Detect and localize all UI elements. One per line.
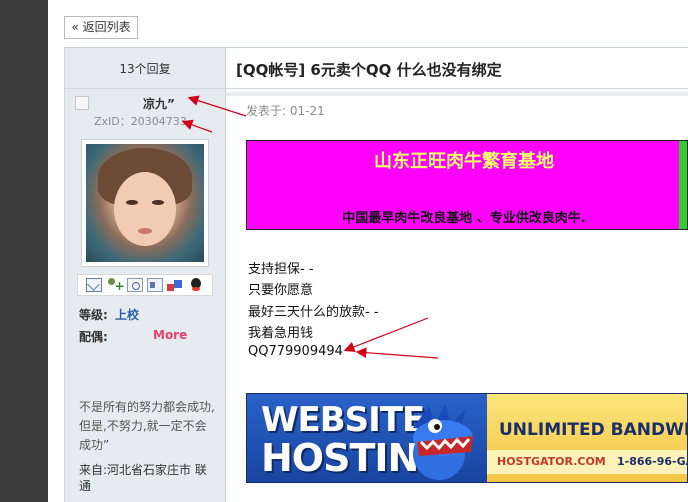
hosting-ad-phone: 1-866-96-GA [617, 455, 688, 468]
hosting-ad-site: HOSTGATOR.COM [497, 455, 606, 468]
author-username[interactable]: 凉九” [143, 95, 175, 112]
arrow-to-qq-number-lower [355, 347, 439, 359]
post-title-bar: [QQ帐号] 6元卖个QQ 什么也没有绑定 [226, 47, 688, 89]
page: « 返回列表 13个回复 凉九” ZxID：20304733 等级: 上校 配偶… [0, 0, 688, 502]
back-to-list-button[interactable]: « 返回列表 [64, 16, 138, 39]
level-label: 等级: [79, 308, 108, 322]
post-line: 支持担保- - [248, 262, 314, 277]
mail-icon[interactable] [86, 278, 103, 292]
author-signature: 不是所有的努力都会成功,但是,不努力,就一定不会成功” [79, 400, 215, 452]
hosting-ad-left-panel: WEBSITE HOSTING [247, 394, 487, 482]
author-sidebar: 13个回复 凉九” ZxID：20304733 等级: 上校 配偶: More … [64, 47, 226, 502]
blocks-icon[interactable] [167, 278, 183, 292]
post-date: 发表于: 01-21 [246, 104, 325, 118]
title-divider [226, 92, 688, 96]
spouse-more-link[interactable]: More [153, 328, 187, 342]
post-line: 只要你愿意 [248, 283, 314, 298]
ad-headline: 山东正旺肉牛繁育基地 [374, 151, 554, 172]
post-line: 最好三天什么的放款- - [248, 305, 379, 320]
ad-side-stripe [679, 141, 687, 229]
gator-mascot-icon [413, 404, 473, 480]
online-status-icon [75, 96, 89, 110]
spouse-label: 配偶: [79, 330, 108, 344]
cattle-farm-ad-banner[interactable]: 山东正旺肉牛繁育基地 中国最早肉牛改良基地 、专业供改良肉牛. [246, 140, 688, 230]
author-location: 来自:河北省石家庄市 联通 [79, 463, 207, 493]
hosting-ad-right-panel: UNLIMITED BANDWIDT HOSTGATOR.COM 1-866-9… [487, 394, 688, 482]
hosting-ad-banner[interactable]: WEBSITE HOSTING UNLIMITED BANDWIDT HOSTG… [246, 393, 688, 483]
profile-card-icon[interactable] [147, 278, 164, 292]
author-zxid: ZxID：20304733 [94, 115, 187, 128]
avatar-image [86, 144, 204, 262]
post-line: 我着急用钱 [248, 326, 314, 341]
hosting-ad-sub-bar: HOSTGATOR.COM 1-866-96-GA [487, 450, 688, 474]
qq-icon[interactable] [188, 278, 204, 292]
hosting-ad-headline: UNLIMITED BANDWIDT [499, 420, 688, 440]
reply-count: 13个回复 [65, 47, 225, 89]
post-title: [QQ帐号] 6元卖个QQ 什么也没有绑定 [236, 61, 502, 79]
search-doc-icon[interactable] [126, 278, 143, 292]
profile-action-icons [77, 274, 213, 296]
ad-tagline: 中国最早肉牛改良基地 、专业供改良肉牛. [342, 211, 586, 226]
level-value-link[interactable]: 上校 [115, 306, 139, 323]
left-dark-gutter [0, 0, 48, 502]
avatar[interactable] [81, 139, 209, 267]
add-friend-icon[interactable] [106, 278, 125, 292]
post-line-qq-number: QQ779909494 [248, 344, 343, 359]
arrow-to-qq-number-upper [343, 317, 429, 352]
